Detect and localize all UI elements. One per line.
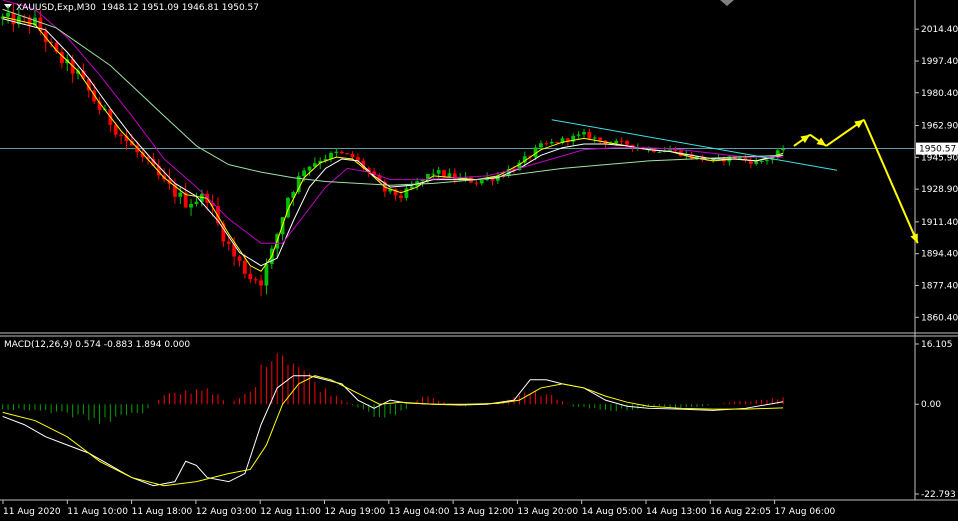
time-tick-label: 14 Aug 13:00 (646, 507, 707, 517)
time-tick-label: 12 Aug 19:00 (325, 507, 386, 517)
time-tick-label: 11 Aug 18:00 (132, 507, 193, 517)
time-tick-label: 16 Aug 22:05 (710, 507, 771, 517)
macd-tick-label: 0.00 (921, 400, 941, 410)
candle-body (759, 161, 764, 163)
candle-body (259, 280, 263, 286)
candle-body (334, 151, 339, 153)
chart-header: XAUUSD,Exp,M30 1948.12 1951.09 1946.81 1… (16, 3, 259, 13)
chart-canvas: 2014.40 1997.40 1980.40 1962.90 1945.90 1928.… (0, 0, 958, 518)
ohlc-label: 1948.12 1951.09 1946.81 1950.57 (101, 3, 259, 13)
candle-body (625, 140, 629, 145)
candle-body (738, 157, 742, 159)
candle-body (539, 143, 543, 148)
candle-body (436, 170, 441, 174)
time-tick-label: 13 Aug 20:00 (517, 507, 578, 517)
time-tick-label: 11 Aug 10:00 (67, 507, 128, 517)
candle-body (598, 137, 603, 141)
candle-body (447, 173, 452, 178)
price-tick-label: 1911.40 (921, 218, 958, 228)
candle-body (399, 195, 403, 198)
candle-body (431, 173, 436, 175)
candle-body (248, 273, 253, 280)
candle-body (587, 131, 592, 139)
candle-body (264, 263, 269, 286)
price-tick-label: 1860.40 (921, 313, 958, 323)
candle-body (754, 161, 759, 164)
time-tick-label: 13 Aug 04:00 (389, 507, 450, 517)
price-tick-label: 2014.40 (921, 25, 958, 35)
candle-body (178, 192, 183, 197)
candle-body (243, 260, 247, 274)
candle-body (668, 149, 672, 151)
candle-body (345, 153, 350, 155)
candle-body (302, 170, 306, 177)
candle-body (194, 201, 199, 205)
candle-body (765, 160, 769, 162)
chart-window: 2014.40 1997.40 1980.40 1962.90 1945.90 1928.… (0, 0, 958, 518)
candle-body (582, 131, 586, 135)
price-tick-label: 1928.90 (921, 185, 958, 195)
candle-body (226, 241, 231, 244)
candle-body (350, 153, 355, 158)
candle-body (253, 279, 258, 281)
candle-body (657, 151, 662, 153)
candle-body (781, 148, 786, 151)
macd-tick-label: 16.105 (921, 340, 953, 350)
candle-body (592, 137, 597, 139)
symbol-label: XAUUSD,Exp,M30 (16, 3, 96, 13)
time-tick-label: 12 Aug 11:00 (260, 507, 321, 517)
time-tick-label: 14 Aug 05:00 (582, 507, 643, 517)
macd-label: MACD(12,26,9) 0.574 -0.883 1.894 0.000 (4, 340, 191, 350)
price-tick-label: 1997.40 (921, 57, 958, 67)
candle-body (474, 182, 479, 184)
current-price-tag: 1950.57 (916, 142, 958, 155)
time-tick-label: 11 Aug 2020 (3, 507, 61, 517)
chart-background (0, 0, 958, 518)
candle-body (555, 141, 559, 144)
price-tick-label: 1962.90 (921, 122, 958, 132)
candle-body (442, 170, 446, 178)
price-tick-label: 1980.40 (921, 89, 958, 99)
candle-body (404, 188, 409, 198)
candle-body (6, 12, 10, 17)
current-price-tag-label: 1950.57 (919, 145, 956, 155)
candle-body (237, 256, 242, 261)
candle-body (544, 143, 549, 145)
candle-body (119, 134, 123, 136)
macd-tick-label: -22.793 (921, 490, 956, 500)
candle-body (576, 134, 581, 136)
candle-body (339, 151, 344, 154)
price-tick-label: 1877.40 (921, 281, 958, 291)
time-tick-label: 17 Aug 06:00 (775, 507, 836, 517)
time-tick-label: 13 Aug 12:00 (453, 507, 514, 517)
candle-body (619, 140, 624, 142)
price-tick-label: 1894.40 (921, 250, 958, 260)
candle-body (189, 204, 193, 208)
candle-body (356, 157, 360, 161)
candle-body (614, 140, 619, 144)
candle-body (307, 166, 312, 171)
price-tick-label: 1945.90 (921, 153, 958, 163)
candle-body (549, 141, 554, 144)
time-tick-label: 12 Aug 03:00 (196, 507, 257, 517)
candle-body (479, 180, 484, 184)
